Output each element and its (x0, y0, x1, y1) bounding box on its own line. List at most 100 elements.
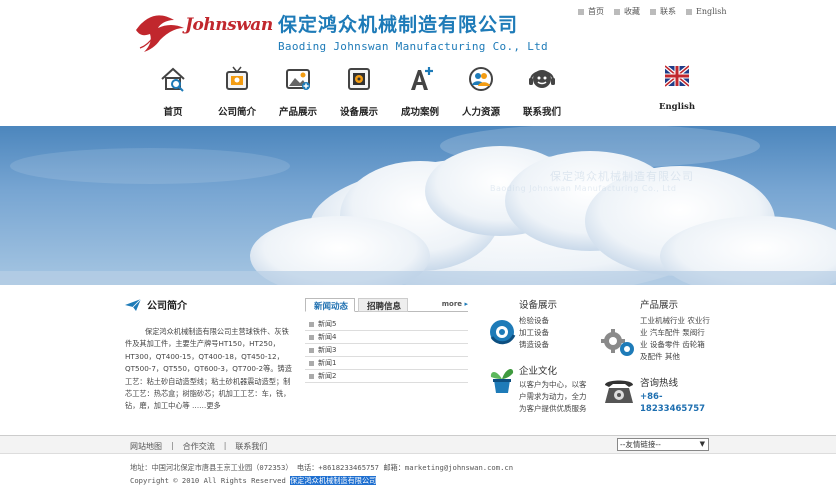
top-link-label: 首页 (588, 7, 604, 16)
tab-news[interactable]: 新闻动态 (305, 298, 356, 312)
nav-item-products[interactable]: 产品展示 (268, 60, 328, 118)
news-item[interactable]: 新闻1 (305, 357, 468, 370)
news-more-text: more (441, 300, 463, 308)
nav-label: 产品展示 (278, 107, 317, 118)
top-links: 首页 收藏 联系 English (578, 6, 727, 17)
footer-info: 地址：中国河北保定市唐县王京工业园（072353） 电话：+8618233465… (130, 461, 513, 487)
footer-link-sitemap[interactable]: 网站地图 (130, 441, 162, 452)
cloud-image (0, 126, 836, 285)
nav-label: 首页 (163, 107, 183, 118)
top-link-english[interactable]: English (686, 6, 727, 17)
bullet-icon (309, 334, 314, 340)
nav-item-equipment[interactable]: 设备展示 (329, 60, 389, 118)
footer-links: 网站地图 | 合作交流 | 联系我们 (130, 441, 267, 452)
bullet-icon (309, 321, 314, 327)
news-item-title: 新闻1 (318, 359, 337, 367)
footer-copyright: Copyright © 2010 All Rights Reserved 保定鸿… (130, 474, 513, 487)
top-link-label: 联系 (660, 7, 676, 16)
news-item-title: 新闻4 (318, 333, 337, 341)
about-body[interactable]: 保定鸿众机械制造有限公司主营球铁件、灰铁件及其加工件，主要生产牌号HT150，H… (125, 326, 295, 413)
top-link-home[interactable]: 首页 (578, 6, 604, 17)
news-item[interactable]: 新闻2 (305, 370, 468, 383)
top-link-label: 收藏 (624, 7, 640, 16)
culture-title[interactable]: 企业文化 (519, 363, 589, 377)
hero-banner: 保定鸿众机械制造有限公司 Baoding Johnswan Manufactur… (0, 126, 836, 285)
tv-icon (226, 66, 248, 90)
nav-item-hr[interactable]: 人力资源 (451, 60, 511, 118)
footer-link-contact[interactable]: 联系我们 (235, 441, 267, 452)
paper-plane-icon (125, 298, 141, 311)
plant-pot-icon (490, 369, 514, 393)
top-link-label: English (696, 7, 727, 16)
nav-item-contact[interactable]: 联系我们 (512, 60, 572, 118)
people-icon (469, 67, 493, 91)
nav-label: 联系我们 (522, 107, 561, 118)
culture-text: 以客户为中心，以客户需求为动力，全力为客户提供优质服务 (519, 380, 587, 413)
bullet-icon (686, 8, 692, 15)
uk-flag-icon (665, 64, 689, 88)
products-block: 产品展示 工业机械行业 农业行业 汽车配件 泵阀行业 设备零件 齿轮箱及配件 其… (640, 297, 712, 363)
bullet-icon (614, 8, 620, 15)
nav-item-home[interactable]: 首页 (143, 60, 203, 118)
news-section: 新闻动态 招聘信息 more ▸ 新闻5 新闻4 新闻3 新闻1 新闻2 (305, 298, 468, 383)
news-item[interactable]: 新闻4 (305, 331, 468, 344)
bullet-icon (309, 347, 314, 353)
banner-watermark-cn: 保定鸿众机械制造有限公司 (550, 170, 694, 183)
company-name-en: Baoding Johnswan Manufacturing Co., Ltd (278, 40, 548, 53)
more-arrow-icon: ▸ (464, 300, 468, 308)
nav-item-english[interactable]: English (656, 64, 698, 112)
footer-bar: 网站地图 | 合作交流 | 联系我们 --友情链接-- ▼ (0, 435, 836, 454)
equipment-block: 设备展示 检验设备 加工设备 铸造设备 (519, 297, 589, 351)
news-item-title: 新闻5 (318, 320, 337, 328)
content-area: 公司简介 保定鸿众机械制造有限公司主营球铁件、灰铁件及其加工件，主要生产牌号HT… (0, 285, 836, 435)
news-item[interactable]: 新闻5 (305, 318, 468, 331)
hotline-number[interactable]: +86-18233465757 (640, 391, 710, 415)
hotline-block: 咨询热线 +86-18233465757 (640, 375, 720, 415)
news-more-link[interactable]: more ▸ (442, 300, 468, 308)
equipment-link[interactable]: 铸造设备 (519, 339, 589, 351)
copyright-text: Copyright © 2010 All Rights Reserved (130, 476, 291, 485)
bullet-icon (309, 360, 314, 366)
safe-icon (348, 68, 370, 90)
copyright-company[interactable]: 保定鸿众机械制造有限公司 (290, 476, 377, 485)
nav-label: 人力资源 (461, 107, 500, 118)
nav-label: 设备展示 (339, 107, 378, 118)
gears-icon (601, 329, 634, 356)
news-list: 新闻5 新闻4 新闻3 新闻1 新闻2 (305, 318, 468, 383)
footer-separator: | (171, 441, 174, 450)
image-icon (286, 69, 310, 90)
equipment-link[interactable]: 加工设备 (519, 327, 589, 339)
nav-item-about[interactable]: 公司简介 (207, 60, 267, 118)
culture-block: 企业文化 以客户为中心，以客户需求为动力，全力为客户提供优质服务 (519, 363, 589, 415)
products-text[interactable]: 工业机械行业 农业行业 汽车配件 泵阀行业 设备零件 齿轮箱及配件 其他 (640, 315, 712, 363)
equipment-title[interactable]: 设备展示 (519, 297, 589, 311)
about-section: 公司简介 保定鸿众机械制造有限公司主营球铁件、灰铁件及其加工件，主要生产牌号HT… (125, 297, 295, 413)
equipment-list: 检验设备 加工设备 铸造设备 (519, 315, 589, 351)
equipment-link[interactable]: 检验设备 (519, 315, 589, 327)
company-name-cn: 保定鸿众机械制造有限公司 (278, 14, 519, 36)
footer-link-cooperation[interactable]: 合作交流 (183, 441, 215, 452)
news-item-title: 新闻3 (318, 346, 337, 354)
site-header: Johnswan 保定鸿众机械制造有限公司 Baoding Johnswan M… (0, 0, 836, 125)
logo-text[interactable]: Johnswan (185, 15, 273, 35)
about-title: 公司简介 (125, 297, 295, 312)
nav-item-cases[interactable]: 成功案例 (390, 60, 450, 118)
bullet-icon (578, 8, 584, 15)
about-title-text: 公司简介 (147, 301, 187, 312)
nav-label: English (658, 102, 696, 112)
select-value: --友情链接-- (620, 440, 661, 449)
top-link-contact[interactable]: 联系 (650, 6, 676, 17)
tab-recruitment[interactable]: 招聘信息 (358, 298, 409, 312)
news-item-title: 新闻2 (318, 372, 337, 380)
hotline-title: 咨询热线 (640, 378, 679, 389)
top-link-favorite[interactable]: 收藏 (614, 6, 640, 17)
chevron-down-icon: ▼ (699, 440, 705, 448)
company-name: 保定鸿众机械制造有限公司 Baoding Johnswan Manufactur… (278, 10, 548, 53)
footer-address: 地址：中国河北保定市唐县王京工业园（072353） 电话：+8618233465… (130, 463, 514, 472)
friend-links-select[interactable]: --友情链接-- ▼ (617, 438, 709, 451)
gear-wheel-icon (490, 320, 516, 345)
news-item[interactable]: 新闻3 (305, 344, 468, 357)
products-title[interactable]: 产品展示 (640, 297, 712, 311)
banner-watermark-en: Baoding Johnswan Manufacturing Co., Ltd (490, 184, 677, 193)
telephone-icon (605, 380, 633, 403)
